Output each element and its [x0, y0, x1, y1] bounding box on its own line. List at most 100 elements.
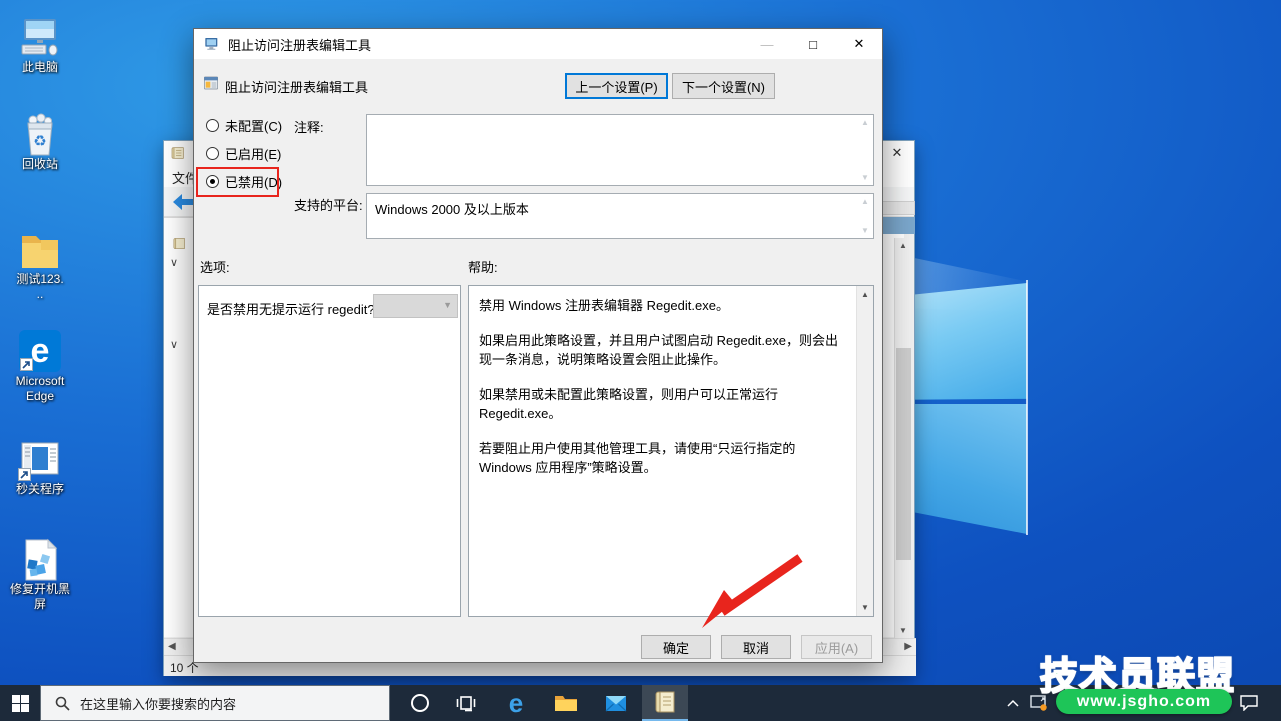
minimize-button[interactable]: — — [744, 29, 790, 59]
tray-show-hidden-icons-button[interactable] — [1000, 685, 1026, 721]
help-panel: 禁用 Windows 注册表编辑器 Regedit.exe。 如果启用此策略设置… — [468, 285, 874, 617]
desktop-icon-fix-blackscreen-reg[interactable]: 修复开机黑 屏 — [0, 538, 80, 612]
radio-circle-icon — [206, 147, 219, 160]
ok-button[interactable]: 确定 — [641, 635, 711, 659]
radio-circle-icon — [206, 119, 219, 132]
dialog-title: 阻止访问注册表编辑工具 — [228, 35, 371, 54]
program-window-icon — [17, 438, 63, 482]
dialog-app-icon — [204, 36, 220, 52]
supported-textarea[interactable]: Windows 2000 及以上版本 ▲ ▼ — [366, 193, 874, 239]
cortana-button[interactable] — [400, 685, 440, 721]
policy-setting-icon — [203, 75, 219, 91]
chevron-down-icon: ▼ — [443, 300, 452, 310]
this-pc-icon — [17, 16, 63, 60]
edge-icon: e — [17, 330, 63, 374]
scroll-down-icon[interactable]: ▼ — [859, 226, 871, 235]
previous-setting-button[interactable]: 上一个设置(P) — [565, 73, 668, 99]
gp-vertical-scrollbar[interactable]: ▲ ▼ — [894, 238, 911, 638]
desktop: 此电脑 ♻ 回收站 测试123. .. e — [0, 0, 1281, 721]
radio-label: 未配置(C) — [225, 116, 282, 135]
shortcut-arrow-icon — [20, 358, 33, 371]
desktop-icon-label: 此电脑 — [0, 60, 80, 75]
help-paragraph: 如果启用此策略设置，并且用户试图启动 Regedit.exe，则会出现一条消息，… — [479, 331, 846, 370]
watermark-url: www.jsgho.com — [1056, 689, 1232, 714]
maximize-button[interactable]: □ — [790, 29, 836, 59]
tree-chevron-icon[interactable]: ∨ — [170, 256, 178, 269]
search-placeholder: 在这里输入你要搜索的内容 — [80, 694, 236, 713]
recycle-bin-icon: ♻ — [17, 113, 63, 157]
windows-logo-icon — [12, 695, 29, 712]
radio-not-configured[interactable]: 未配置(C) — [206, 116, 282, 134]
taskbar-edge-button[interactable]: e — [496, 685, 536, 721]
cancel-button[interactable]: 取消 — [721, 635, 791, 659]
help-scrollbar[interactable]: ▲ ▼ — [856, 286, 873, 616]
back-arrow-icon[interactable] — [172, 193, 194, 211]
desktop-icon-label-line2: Edge — [0, 389, 80, 404]
scroll-up-icon[interactable]: ▲ — [859, 118, 871, 127]
taskbar-mail-button[interactable] — [596, 685, 636, 721]
options-label: 选项: — [200, 257, 230, 276]
desktop-icon-this-pc[interactable]: 此电脑 — [0, 16, 80, 75]
wallpaper-logo-edge — [1026, 280, 1028, 535]
options-panel: 是否禁用无提示运行 regedit? ▼ — [198, 285, 461, 617]
scroll-down-icon[interactable]: ▼ — [895, 626, 911, 635]
supported-label: 支持的平台: — [294, 195, 363, 214]
scrollbar-thumb[interactable] — [896, 348, 911, 560]
task-view-icon — [456, 694, 476, 712]
dialog-header-title: 阻止访问注册表编辑工具 — [225, 77, 368, 96]
cortana-icon — [410, 693, 430, 713]
next-setting-button[interactable]: 下一个设置(N) — [672, 73, 775, 99]
supported-value: Windows 2000 及以上版本 — [375, 202, 529, 217]
desktop-icon-label-line2: 屏 — [0, 597, 80, 612]
comment-textarea[interactable]: ▲ ▼ — [366, 114, 874, 186]
help-paragraph: 如果禁用或未配置此策略设置，则用户可以正常运行 Regedit.exe。 — [479, 385, 846, 424]
registry-file-icon — [17, 538, 63, 582]
red-highlight-box — [196, 167, 279, 197]
gp-tree-root-icon — [172, 236, 187, 251]
folder-icon — [17, 228, 63, 272]
scroll-up-icon[interactable]: ▲ — [895, 241, 911, 250]
desktop-icon-label: 秒关程序 — [0, 482, 80, 497]
scroll-up-icon[interactable]: ▲ — [859, 197, 871, 206]
search-icon — [55, 696, 70, 711]
radio-enabled[interactable]: 已启用(E) — [206, 144, 281, 162]
start-button[interactable] — [0, 685, 40, 721]
gp-status-text: 10 个 — [170, 661, 199, 675]
desktop-icon-label: 回收站 — [0, 157, 80, 172]
desktop-icon-label-line2: .. — [0, 287, 80, 302]
option-dropdown[interactable]: ▼ — [373, 294, 458, 318]
red-annotation-arrow — [688, 546, 813, 636]
scroll-up-icon[interactable]: ▲ — [857, 290, 873, 299]
tree-chevron-icon[interactable]: ∨ — [170, 338, 178, 351]
gp-app-icon — [170, 145, 186, 161]
help-paragraph: 若要阻止用户使用其他管理工具，请使用“只运行指定的 Windows 应用程序”策… — [479, 439, 846, 478]
gp-column-strip — [882, 201, 915, 215]
svg-text:♻: ♻ — [33, 133, 46, 150]
option-question: 是否禁用无提示运行 regedit? — [207, 299, 375, 318]
taskbar-search-box[interactable]: 在这里输入你要搜索的内容 — [40, 685, 390, 721]
desktop-icon-microsoft-edge[interactable]: e Microsoft Edge — [0, 330, 80, 404]
radio-label: 已启用(E) — [225, 144, 281, 163]
desktop-icon-label: 修复开机黑 — [0, 582, 80, 597]
desktop-icon-quick-close-app[interactable]: 秒关程序 — [0, 438, 80, 497]
dialog-titlebar[interactable]: 阻止访问注册表编辑工具 — □ ✕ — [194, 29, 882, 59]
help-label: 帮助: — [468, 257, 498, 276]
help-paragraph: 禁用 Windows 注册表编辑器 Regedit.exe。 — [479, 296, 846, 316]
scroll-left-icon[interactable]: ◀ — [168, 641, 176, 652]
desktop-icon-label: Microsoft — [0, 374, 80, 389]
desktop-icon-recycle-bin[interactable]: ♻ 回收站 — [0, 113, 80, 172]
taskbar-file-explorer-button[interactable] — [546, 685, 586, 721]
gp-close-button[interactable]: ✕ — [880, 141, 914, 165]
desktop-icon-test-folder[interactable]: 测试123. .. — [0, 228, 80, 302]
scroll-right-icon[interactable]: ▶ — [904, 641, 912, 652]
close-button[interactable]: ✕ — [836, 29, 882, 59]
apply-button: 应用(A) — [801, 635, 872, 659]
taskbar-group-policy-button[interactable] — [642, 685, 688, 721]
edge-icon: e — [509, 688, 523, 719]
scroll-down-icon[interactable]: ▼ — [859, 173, 871, 182]
scroll-down-icon[interactable]: ▼ — [857, 603, 873, 612]
mail-icon — [605, 695, 627, 712]
desktop-icon-label: 测试123. — [0, 272, 80, 287]
chevron-up-icon — [1007, 699, 1019, 707]
task-view-button[interactable] — [446, 685, 486, 721]
